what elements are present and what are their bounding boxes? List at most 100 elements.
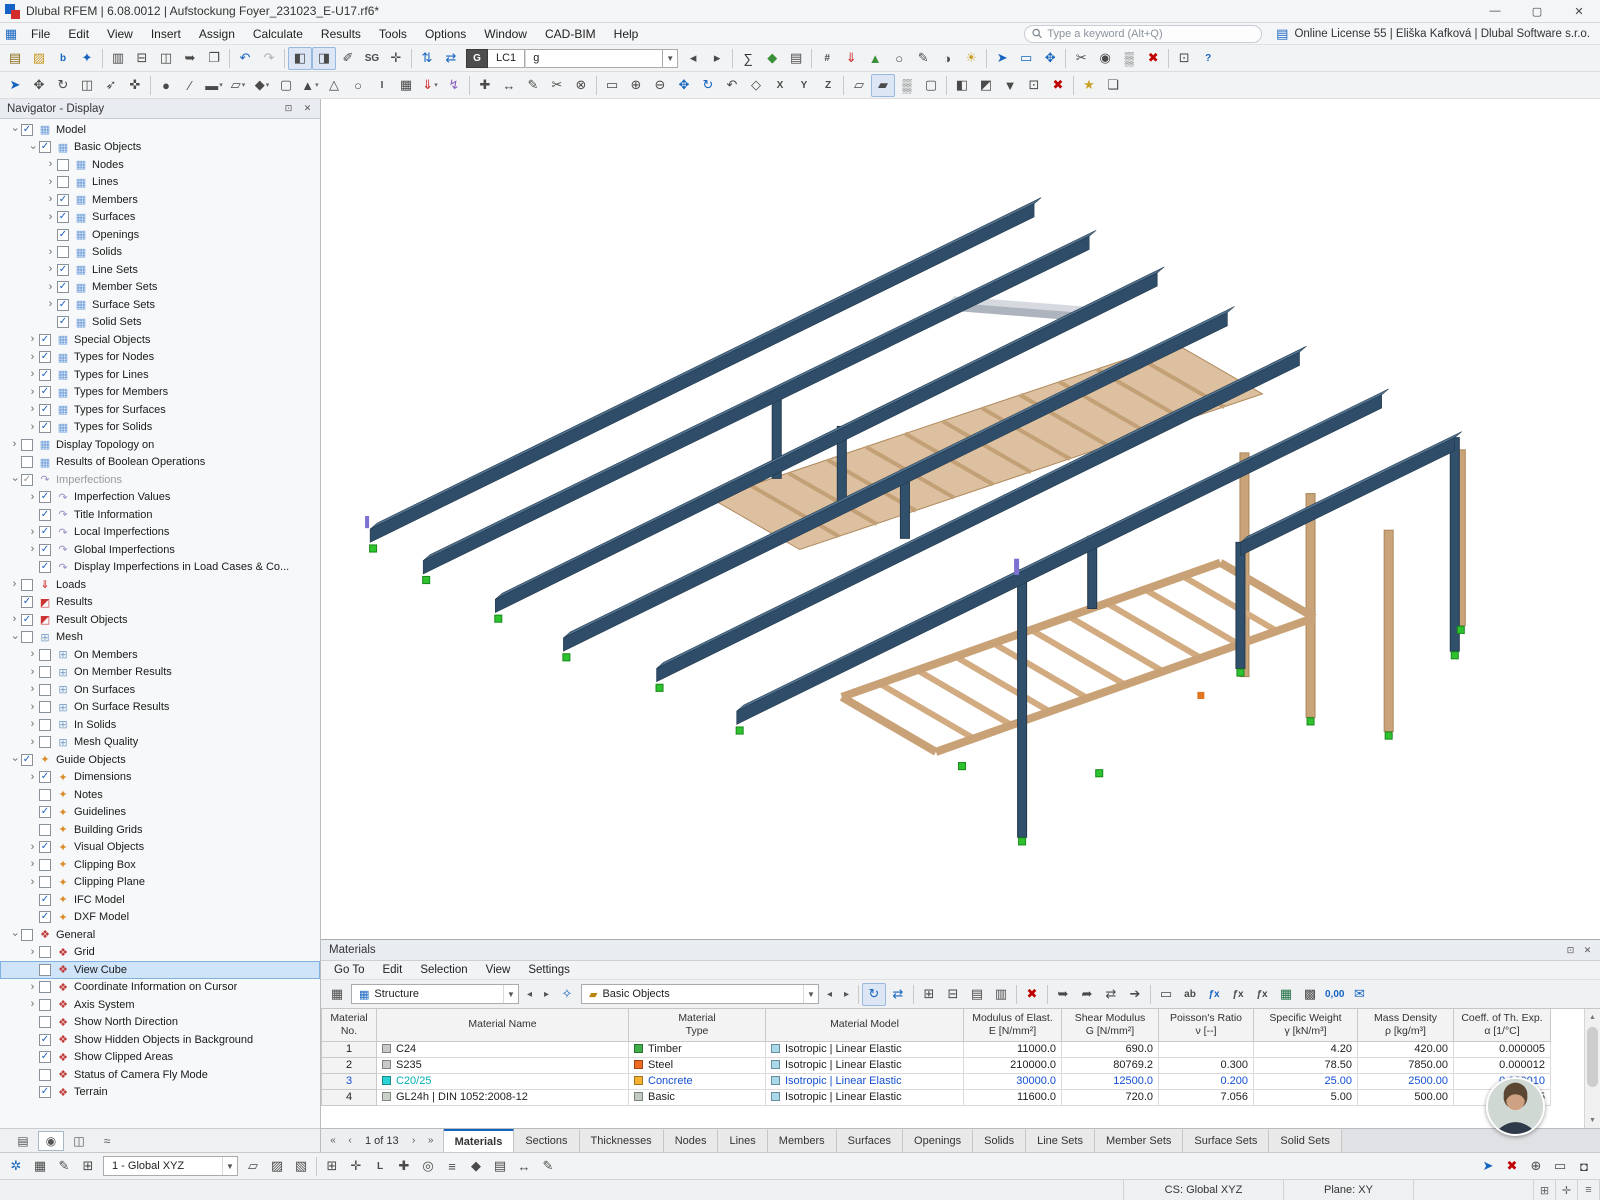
- chevron-right-icon[interactable]: ›: [26, 404, 39, 415]
- move-copy-button[interactable]: ✥: [27, 74, 51, 97]
- checkbox-dxf-model[interactable]: ✓: [39, 911, 51, 923]
- cell-material-name[interactable]: C20/25: [377, 1073, 629, 1089]
- formula-edit-button[interactable]: ƒx: [1226, 983, 1250, 1006]
- checkbox-show-north-direction[interactable]: [39, 1016, 51, 1028]
- tab-member-sets[interactable]: Member Sets: [1095, 1129, 1183, 1152]
- tab-members[interactable]: Members: [768, 1129, 837, 1152]
- cell-material-name[interactable]: GL24h | DIN 1052:2008-12: [377, 1089, 629, 1105]
- chevron-right-icon[interactable]: ›: [44, 177, 57, 188]
- zoom-in-button[interactable]: ⊕: [624, 74, 648, 97]
- tab-materials[interactable]: Materials: [444, 1129, 515, 1152]
- tree-item-dxf-model[interactable]: ›✓✦DXF Model: [0, 909, 320, 927]
- cell-specific-weight[interactable]: 25.00: [1254, 1073, 1358, 1089]
- cell-mass-density[interactable]: 7850.00: [1358, 1057, 1454, 1073]
- cartesian-snap-button[interactable]: ✚: [392, 1155, 416, 1178]
- decimal-places-button[interactable]: 0,00: [1322, 983, 1347, 1006]
- fit-view-button[interactable]: ▭: [1548, 1155, 1572, 1178]
- chevron-down-icon[interactable]: ›: [9, 631, 20, 644]
- tree-item-clipping-plane[interactable]: ›✦Clipping Plane: [0, 874, 320, 892]
- sync-model-selection-button[interactable]: ↻: [862, 983, 886, 1006]
- cell-material-model[interactable]: Isotropic | Linear Elastic: [766, 1089, 964, 1105]
- close-table-icon[interactable]: ✕: [1579, 945, 1596, 956]
- tree-item-special-objects[interactable]: ›✓▦Special Objects: [0, 331, 320, 349]
- checkbox-on-members[interactable]: [39, 649, 51, 661]
- checkbox-in-solids[interactable]: [39, 719, 51, 731]
- tree-item-surfaces[interactable]: ›✓▦Surfaces: [0, 209, 320, 227]
- checkbox-display-imperfections-in-load-cases-co[interactable]: ✓: [39, 561, 51, 573]
- exchange-table-button[interactable]: ⇄: [1099, 983, 1123, 1006]
- object-filter-combo[interactable]: ▰Basic Objects ▼: [581, 984, 819, 1004]
- solid-render-button[interactable]: ▰: [871, 74, 895, 97]
- select-box-button[interactable]: ▭: [1014, 47, 1038, 70]
- checkbox-status-of-camera-fly-mode[interactable]: [39, 1069, 51, 1081]
- cell-shear-g[interactable]: 80769.2: [1062, 1057, 1159, 1073]
- clipping-section-button[interactable]: ✂: [1069, 47, 1093, 70]
- save-button[interactable]: ◫: [154, 47, 178, 70]
- checkbox-on-member-results[interactable]: [39, 666, 51, 678]
- isometric-view-button[interactable]: ◇: [744, 74, 768, 97]
- tree-item-types-for-members[interactable]: ›✓▦Types for Members: [0, 384, 320, 402]
- checkbox-show-hidden-objects-in-background[interactable]: ✓: [39, 1034, 51, 1046]
- chevron-down-icon[interactable]: ▼: [663, 49, 678, 68]
- checkbox-basic-objects[interactable]: ✓: [39, 141, 51, 153]
- tab-surface-sets[interactable]: Surface Sets: [1183, 1129, 1269, 1152]
- light-button[interactable]: ☀: [959, 47, 983, 70]
- cell-specific-weight[interactable]: 5.00: [1254, 1089, 1358, 1105]
- user-defined-view-button[interactable]: ★: [1077, 74, 1101, 97]
- checkbox-types-for-members[interactable]: ✓: [39, 386, 51, 398]
- nav-tab-display[interactable]: ◉: [38, 1131, 64, 1151]
- sync-table-selection-button[interactable]: ⇄: [886, 983, 910, 1006]
- result-tables-button[interactable]: ▤: [784, 47, 808, 70]
- chevron-down-icon[interactable]: ›: [9, 753, 20, 766]
- checkbox-members[interactable]: ✓: [57, 194, 69, 206]
- chevron-down-icon[interactable]: ▼: [503, 985, 518, 1003]
- close-panel-icon[interactable]: ✕: [299, 101, 316, 116]
- chevron-down-icon[interactable]: ›: [9, 473, 20, 486]
- display-mode-button[interactable]: ▭: [1154, 983, 1178, 1006]
- checkbox-on-surface-results[interactable]: [39, 701, 51, 713]
- previous-view-button[interactable]: ↶: [720, 74, 744, 97]
- cell-material-type[interactable]: Timber: [629, 1041, 766, 1057]
- cell-poisson[interactable]: 7.056: [1159, 1089, 1254, 1105]
- chevron-down-icon[interactable]: ›: [9, 123, 20, 136]
- snap-settings-button[interactable]: SG: [360, 47, 384, 70]
- chevron-right-icon[interactable]: ›: [8, 579, 21, 590]
- edit-coordinate-system-button[interactable]: ✎: [52, 1155, 76, 1178]
- tree-item-display-imperfections-in-load-cases-co[interactable]: ›✓↷Display Imperfections in Load Cases &…: [0, 559, 320, 577]
- excel-export-button[interactable]: ▦: [1274, 983, 1298, 1006]
- checkbox-guide-objects[interactable]: ✓: [21, 754, 33, 766]
- materials-panel-header[interactable]: Materials ⊡ ✕: [321, 940, 1600, 961]
- dimension-tools-button[interactable]: ✐: [336, 47, 360, 70]
- tab-thicknesses[interactable]: Thicknesses: [580, 1129, 664, 1152]
- tree-item-mesh-quality[interactable]: ›⊞Mesh Quality: [0, 734, 320, 752]
- chevron-right-icon[interactable]: ›: [26, 649, 39, 660]
- float-table-icon[interactable]: ⊡: [1562, 945, 1579, 956]
- checkbox-types-for-nodes[interactable]: ✓: [39, 351, 51, 363]
- checkbox-display-topology-on[interactable]: [21, 439, 33, 451]
- chevron-right-icon[interactable]: ›: [44, 299, 57, 310]
- dimension-button[interactable]: ↔: [497, 74, 521, 97]
- tree-item-status-of-camera-fly-mode[interactable]: ›❖Status of Camera Fly Mode: [0, 1066, 320, 1084]
- scale-object-button[interactable]: ✜: [123, 74, 147, 97]
- load-transfer-button[interactable]: ⇅: [415, 47, 439, 70]
- regenerate-model-button[interactable]: ✲: [4, 1155, 28, 1178]
- checkbox-ifc-model[interactable]: ✓: [39, 894, 51, 906]
- search-input[interactable]: [1047, 28, 1254, 40]
- show-hinges-button[interactable]: ○: [887, 47, 911, 70]
- chevron-right-icon[interactable]: ›: [8, 439, 21, 450]
- chevron-right-icon[interactable]: ›: [26, 999, 39, 1010]
- checkbox-solid-sets[interactable]: ✓: [57, 316, 69, 328]
- model-check-button[interactable]: ▦: [28, 1155, 52, 1178]
- checkbox-imperfections[interactable]: ✓: [21, 474, 33, 486]
- chevron-down-icon[interactable]: ▼: [803, 985, 818, 1003]
- load-case-combo[interactable]: G LC1 g ▼: [466, 48, 678, 69]
- checkbox-openings[interactable]: ✓: [57, 229, 69, 241]
- grid-settings-button[interactable]: ✛: [384, 47, 408, 70]
- chevron-down-icon[interactable]: ▾: [266, 81, 270, 89]
- checkbox-visual-objects[interactable]: ✓: [39, 841, 51, 853]
- view-y-button[interactable]: Y: [792, 74, 816, 97]
- prev-load-case-button[interactable]: ◂: [681, 47, 705, 70]
- comment-display-button[interactable]: ✎: [536, 1155, 560, 1178]
- redo-button[interactable]: ↷: [257, 47, 281, 70]
- checkbox-clipping-box[interactable]: [39, 859, 51, 871]
